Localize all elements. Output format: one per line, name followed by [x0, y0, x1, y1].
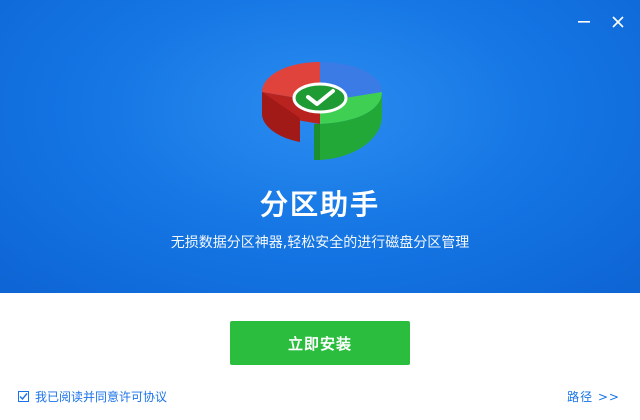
app-title: 分区助手	[259, 188, 380, 221]
installer-window: 分区助手 无损数据分区神器,轻松安全的进行磁盘分区管理 立即安装 我已阅读并同意…	[0, 0, 640, 420]
partition-pie-check-icon	[262, 62, 382, 160]
install-path-link[interactable]: 路径 >>	[567, 388, 620, 405]
window-controls	[576, 14, 626, 30]
license-agreement[interactable]: 我已阅读并同意许可协议	[18, 388, 167, 405]
close-button[interactable]	[610, 14, 626, 30]
minimize-button[interactable]	[576, 14, 592, 30]
agreement-checkbox[interactable]	[18, 391, 29, 402]
install-button[interactable]: 立即安装	[230, 321, 410, 365]
app-subtitle: 无损数据分区神器,轻松安全的进行磁盘分区管理	[170, 235, 470, 251]
checkmark-icon	[19, 393, 28, 401]
agreement-label[interactable]: 我已阅读并同意许可协议	[35, 388, 167, 405]
hero-banner: 分区助手 无损数据分区神器,轻松安全的进行磁盘分区管理	[0, 0, 640, 293]
minimize-icon	[578, 21, 590, 23]
close-icon	[612, 16, 624, 28]
